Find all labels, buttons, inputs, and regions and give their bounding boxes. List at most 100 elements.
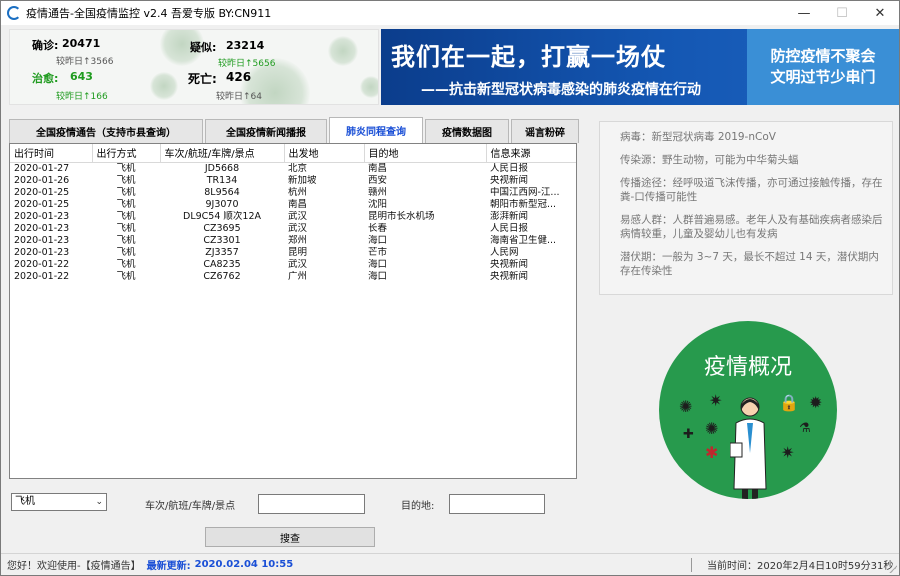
lock-icon: 🔒	[779, 393, 799, 412]
info-route: 传播途径：经呼吸道飞沫传播，亦可通过接触传播，存在粪-口传播可能性	[620, 177, 883, 203]
germ-icon: ✺	[679, 397, 693, 416]
medicine-icon: ✚	[683, 427, 694, 442]
tab-national-report[interactable]: 全国疫情通告（支持市县查询）	[9, 119, 203, 143]
banner-notice: 防控疫情不聚会 文明过节少串门	[747, 29, 899, 105]
table-cell: 广州	[288, 270, 308, 282]
table-cell: 央视新闻	[490, 174, 529, 186]
table-row[interactable]: 2020-01-22 飞机 CA8235 武汉 海口 央视新闻	[10, 258, 576, 271]
table-row[interactable]: 2020-01-23 飞机 DL9C54 顺次12A 武汉 昆明市长水机场 澎湃新闻	[10, 210, 576, 223]
info-source: 传染源：野生动物，可能为中华菊头蝠	[620, 154, 799, 166]
germ-icon: ✹	[809, 393, 823, 412]
travel-mode-value: 飞机	[15, 496, 35, 507]
suspected-delta: 较昨日↑5656	[218, 59, 276, 69]
table-cell: 飞机	[116, 222, 136, 234]
stats-panel: 确诊: 20471 较昨日↑3566 疑似: 23214 较昨日↑5656 治愈…	[9, 29, 379, 105]
minimize-button[interactable]: —	[785, 1, 823, 25]
table-cell: 西安	[368, 174, 388, 186]
table-cell: 央视新闻	[490, 270, 529, 282]
close-button[interactable]: ✕	[861, 1, 899, 25]
title-bar[interactable]: 疫情通告-全国疫情监控 v2.4 吾爱专版 BY:CN911 — ☐ ✕	[1, 1, 899, 25]
suspected-label: 疑似:	[190, 41, 217, 54]
table-cell: 2020-01-23	[14, 234, 70, 246]
vehicle-input[interactable]	[258, 494, 365, 514]
info-susceptible: 易感人群：人群普遍易感。老年人及有基础疾病者感染后病情较重，儿童及婴幼儿也有发病	[620, 214, 883, 240]
column-header[interactable]: 出行方式	[92, 144, 161, 163]
table-row[interactable]: 2020-01-25 飞机 8L9564 杭州 赣州 中国江西网-江...	[10, 186, 576, 199]
table-cell: 芒市	[368, 246, 388, 258]
query-panel: 全国疫情通告（支持市县查询） 全国疫情新闻播报 肺炎同程查询 疫情数据图 谣言粉…	[9, 111, 584, 551]
table-cell: 沈阳	[368, 198, 388, 210]
query-controls: 飞机 ⌄ 车次/航班/车牌/景点 目的地: 搜查	[9, 487, 577, 547]
column-header[interactable]: 出行时间	[10, 144, 93, 163]
table-row[interactable]: 2020-01-26 飞机 TR134 新加坡 西安 央视新闻	[10, 174, 576, 187]
table-header-row: 出行时间 出行方式 车次/航班/车牌/景点 出发地 目的地 信息来源	[10, 144, 576, 163]
tab-data-chart[interactable]: 疫情数据图	[425, 119, 509, 143]
banner-notice-line1: 防控疫情不聚会	[770, 47, 876, 65]
chevron-down-icon: ⌄	[95, 497, 103, 507]
dead-label: 死亡:	[188, 72, 217, 86]
campaign-banner: 我们在一起，打赢一场仗 ——抗击新型冠状病毒感染的肺炎疫情在行动 防控疫情不聚会…	[381, 29, 899, 105]
trip-list[interactable]: 出行时间 出行方式 车次/航班/车牌/景点 出发地 目的地 信息来源 2020-…	[9, 143, 577, 479]
table-cell: CA8235	[203, 258, 241, 270]
dead-delta: 较昨日↑64	[216, 92, 262, 102]
info-incubation: 潜伏期：一般为 3~7 天，最长不超过 14 天，潜伏期内存在传染性	[620, 251, 879, 277]
table-cell: 2020-01-22	[14, 258, 70, 270]
table-cell: 飞机	[116, 258, 136, 270]
table-cell: 昆明	[288, 246, 308, 258]
tab-news[interactable]: 全国疫情新闻播报	[205, 119, 327, 143]
current-time: 当前时间：2020年2月4日10时59分31秒	[707, 561, 894, 572]
resize-grip-icon[interactable]	[887, 563, 897, 573]
query-button[interactable]: 搜查	[205, 527, 375, 547]
info-panel: 病毒：新型冠状病毒 2019-nCoV 传染源：野生动物，可能为中华菊头蝠 传播…	[599, 121, 893, 551]
banner-subtitle: ——抗击新型冠状病毒感染的肺炎疫情在行动	[421, 82, 701, 98]
table-cell: TR134	[206, 174, 238, 186]
table-cell: 海口	[368, 270, 388, 282]
destination-input[interactable]	[449, 494, 545, 514]
table-cell: DL9C54 顺次12A	[183, 210, 261, 222]
confirmed-delta: 较昨日↑3566	[56, 57, 114, 67]
table-cell: 飞机	[116, 270, 136, 282]
epidemic-overview-badge: 疫情概况 ✺ ✷ 🔒 ✹ ✚ ✺ ✱ ⚗ ✷	[659, 321, 837, 499]
column-header[interactable]: 车次/航班/车牌/景点	[160, 144, 285, 163]
window-title: 疫情通告-全国疫情监控 v2.4 吾爱专版 BY:CN911	[26, 7, 272, 20]
table-row[interactable]: 2020-01-23 飞机 ZJ3357 昆明 芒市 人民网	[10, 246, 576, 259]
table-row[interactable]: 2020-01-22 飞机 CZ6762 广州 海口 央视新闻	[10, 270, 576, 283]
table-cell: 人民日报	[490, 222, 529, 234]
test-tube-icon: ⚗	[799, 421, 811, 436]
virus-info-box: 病毒：新型冠状病毒 2019-nCoV 传染源：野生动物，可能为中华菊头蝠 传播…	[599, 121, 893, 295]
greeting-text: 您好！欢迎使用-【疫情通告】	[7, 561, 141, 572]
vehicle-label: 车次/航班/车牌/景点	[145, 501, 236, 512]
tab-same-trip-query[interactable]: 肺炎同程查询	[329, 117, 423, 143]
tab-rumor-busting[interactable]: 谣言粉碎	[511, 119, 579, 143]
virus-decoration-icon	[328, 36, 358, 66]
table-cell: 飞机	[116, 210, 136, 222]
tab-bar: 全国疫情通告（支持市县查询） 全国疫情新闻播报 肺炎同程查询 疫情数据图 谣言粉…	[9, 117, 581, 143]
table-row[interactable]: 2020-01-23 飞机 CZ3301 郑州 海口 海南省卫生健...	[10, 234, 576, 247]
overview-title: 疫情概况	[703, 355, 792, 380]
table-cell: 人民日报	[490, 162, 529, 174]
trip-table: 出行时间 出行方式 车次/航班/车牌/景点 出发地 目的地 信息来源 2020-…	[10, 144, 576, 283]
table-cell: 2020-01-23	[14, 210, 70, 222]
column-header[interactable]: 出发地	[284, 144, 365, 163]
table-cell: 海口	[368, 234, 388, 246]
window-controls: — ☐ ✕	[785, 1, 899, 25]
table-cell: 飞机	[116, 234, 136, 246]
table-cell: CZ3301	[203, 234, 241, 246]
table-cell: JD5668	[204, 162, 240, 174]
table-cell: 央视新闻	[490, 258, 529, 270]
virus-decoration-icon	[360, 76, 378, 98]
column-header[interactable]: 目的地	[364, 144, 487, 163]
table-cell: 赣州	[368, 186, 388, 198]
travel-mode-select[interactable]: 飞机 ⌄	[11, 493, 107, 511]
table-cell: 郑州	[288, 234, 308, 246]
table-cell: 北京	[288, 162, 308, 174]
column-header[interactable]: 信息来源	[486, 144, 576, 163]
table-row[interactable]: 2020-01-23 飞机 CZ3695 武汉 长春 人民日报	[10, 222, 576, 235]
table-cell: 2020-01-26	[14, 174, 70, 186]
table-cell: 2020-01-25	[14, 198, 70, 210]
maximize-button[interactable]: ☐	[823, 1, 861, 25]
cured-value: 643	[70, 70, 93, 83]
table-row[interactable]: 2020-01-27 飞机 JD5668 北京 南昌 人民日报	[10, 162, 576, 175]
table-row[interactable]: 2020-01-25 飞机 9J3070 南昌 沈阳 朝阳市新型冠...	[10, 198, 576, 211]
table-cell: 长春	[368, 222, 388, 234]
